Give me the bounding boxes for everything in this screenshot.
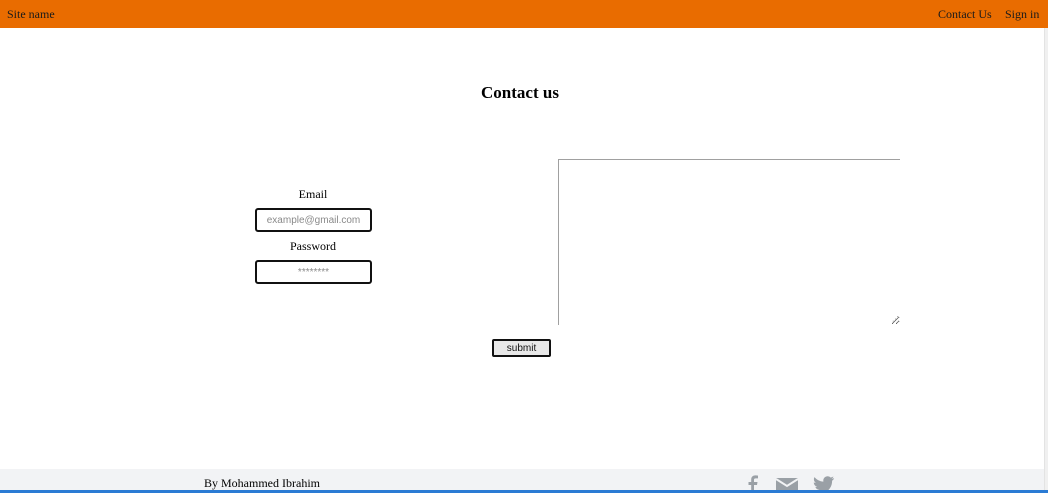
submit-button[interactable]: submit — [492, 339, 551, 357]
password-label: Password — [289, 239, 336, 253]
email-label: Email — [298, 187, 328, 201]
resize-grip-icon[interactable]: ⋰ — [892, 316, 899, 323]
email-input[interactable] — [255, 208, 372, 232]
top-navbar: Site name Contact Us Sign in — [0, 0, 1048, 28]
nav-sign-in-link[interactable]: Sign in — [1005, 7, 1039, 22]
nav-contact-us-link[interactable]: Contact Us — [938, 7, 992, 22]
message-textarea[interactable] — [558, 159, 900, 325]
page-title: Contact us — [481, 83, 559, 102]
password-input[interactable] — [255, 260, 372, 284]
site-name-link[interactable]: Site name — [7, 7, 55, 22]
page-scrollbar[interactable] — [1044, 28, 1048, 493]
footer-author: By Mohammed Ibrahim — [204, 476, 320, 490]
